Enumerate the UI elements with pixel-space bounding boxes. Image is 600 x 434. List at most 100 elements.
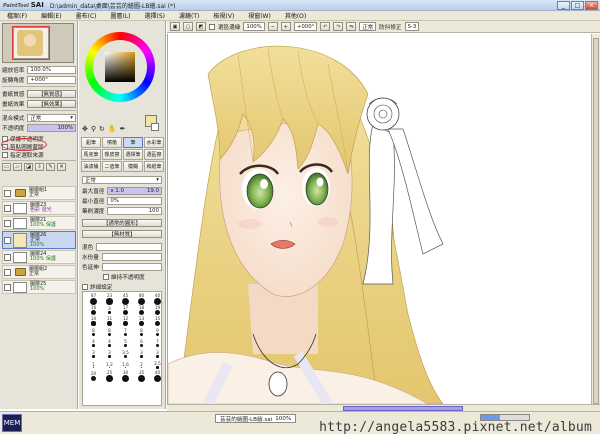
background-color-swatch[interactable]: [151, 123, 159, 131]
brush-mode-select[interactable]: 正常 ▾: [82, 175, 162, 184]
zoom-out-icon[interactable]: −: [267, 22, 278, 31]
brush-size-preset[interactable]: 45: [118, 293, 133, 305]
detail-checkbox[interactable]: [82, 283, 88, 290]
brush-size-preset[interactable]: 19: [150, 305, 165, 316]
binary-pen-tool[interactable]: 二值筆: [102, 161, 122, 172]
menu-layer[interactable]: 圖層(L): [104, 11, 138, 20]
brush-size-slider[interactable]: x 1.0 19.0: [107, 186, 162, 195]
brush-size-preset[interactable]: 25: [102, 371, 117, 382]
layer-item[interactable]: 圖層23 色彩 發光: [2, 201, 76, 215]
brush-size-preset[interactable]: 87: [86, 293, 101, 305]
brush-size-preset[interactable]: 11: [102, 316, 117, 327]
brush-size-preset[interactable]: 10: [86, 316, 101, 327]
select-pen-tool[interactable]: 選擇筆: [123, 149, 143, 160]
brush-size-preset[interactable]: 8: [134, 327, 149, 338]
layer-item[interactable]: 圖層21 100% 保護: [2, 216, 76, 230]
eye-icon[interactable]: [4, 268, 11, 276]
zoom-icon[interactable]: ⚲: [91, 125, 96, 133]
brush-shape-select[interactable]: 【通常的圓形】: [82, 218, 162, 227]
new-mask-button[interactable]: ◪: [24, 163, 33, 171]
maximize-button[interactable]: □: [571, 1, 584, 10]
brush-size-preset[interactable]: 13: [134, 316, 149, 327]
density-slider[interactable]: 100: [107, 206, 162, 215]
deselect-icon[interactable]: ▢: [183, 22, 193, 31]
brush-size-preset[interactable]: 1: [86, 360, 101, 371]
saturation-value-square[interactable]: [105, 52, 135, 82]
drawing-canvas[interactable]: [167, 34, 591, 404]
zoom-field[interactable]: 100.0%: [27, 65, 76, 74]
merge-down-button[interactable]: ⇩: [35, 163, 44, 171]
paper-texture-select[interactable]: 【無質感】: [27, 89, 76, 98]
rotate-icon[interactable]: ↻: [99, 125, 105, 133]
brush-size-preset[interactable]: 8: [86, 327, 101, 338]
eraser-tool[interactable]: 橡皮擦: [102, 149, 122, 160]
stabilizer-select[interactable]: S-3: [404, 22, 420, 31]
rotate-left-icon[interactable]: ↶: [320, 22, 331, 31]
brush-size-preset[interactable]: 7: [150, 338, 165, 349]
brush-size-preset[interactable]: 3: [102, 349, 117, 360]
blur-tool[interactable]: 模糊: [123, 161, 143, 172]
brush-size-preset[interactable]: 12: [118, 316, 133, 327]
menu-filter[interactable]: 濾鏡(T): [172, 11, 206, 20]
brush-size-preset[interactable]: 35: [134, 370, 149, 382]
new-folder-button[interactable]: ▱: [13, 163, 22, 171]
eye-icon[interactable]: [4, 253, 11, 261]
brush-size-preset[interactable]: 3: [102, 305, 117, 316]
horizontal-scrollbar[interactable]: [167, 404, 600, 411]
pencil-tool[interactable]: 鉛筆: [81, 137, 101, 148]
brush-size-preset[interactable]: 5: [118, 338, 133, 349]
brush-size-preset[interactable]: 18: [134, 305, 149, 316]
invert-selection-icon[interactable]: ◩: [196, 22, 206, 31]
opacity-slider[interactable]: 100%: [27, 123, 76, 132]
water-slider[interactable]: [101, 252, 162, 261]
eye-icon[interactable]: [4, 283, 11, 291]
select-eraser-tool[interactable]: 選區擦: [144, 149, 164, 160]
zoom-in-icon[interactable]: +: [280, 22, 291, 31]
eye-icon[interactable]: [4, 219, 11, 227]
menu-window[interactable]: 視窗(W): [241, 11, 278, 20]
vertical-scrollbar[interactable]: [591, 34, 600, 404]
menu-canvas[interactable]: 畫布(C): [69, 11, 104, 20]
flip-icon[interactable]: ⇋: [346, 22, 357, 31]
select-all-icon[interactable]: ▣: [170, 22, 180, 31]
brush-size-preset[interactable]: 40: [150, 370, 165, 382]
layer-item[interactable]: 圖層組1 正常: [2, 186, 76, 200]
new-layer-button[interactable]: ▭: [2, 163, 11, 171]
delete-layer-button[interactable]: ✕: [57, 163, 66, 171]
menu-view[interactable]: 檢視(V): [206, 11, 241, 20]
brush-size-preset[interactable]: 9: [150, 327, 165, 338]
marker-tool[interactable]: 馬克筆: [81, 149, 101, 160]
hand-icon[interactable]: ✋: [108, 125, 117, 133]
brush-size-preset[interactable]: 6: [134, 338, 149, 349]
color-extend-slider[interactable]: [101, 262, 162, 271]
close-button[interactable]: ×: [585, 1, 598, 10]
menu-others[interactable]: 其他(O): [278, 11, 313, 20]
brush-size-preset[interactable]: 20: [86, 371, 101, 382]
canvas-mode-select[interactable]: 正常: [359, 22, 377, 31]
blend-slider[interactable]: [96, 242, 162, 251]
brush-size-preset[interactable]: 30: [118, 370, 133, 382]
brush-size-preset[interactable]: 40: [150, 293, 165, 305]
blend-mode-select[interactable]: 正常 ▾: [27, 113, 76, 122]
move-icon[interactable]: ✥: [82, 125, 88, 133]
paper-effect-select[interactable]: 【無效果】: [27, 99, 76, 108]
brush-size-preset[interactable]: 80: [134, 293, 149, 305]
navigator-viewport-frame[interactable]: [12, 26, 50, 60]
brush-tool[interactable]: 筆: [123, 137, 143, 148]
vertical-scroll-thumb[interactable]: [593, 38, 599, 404]
brush-size-preset[interactable]: 3: [134, 349, 149, 360]
canvas-angle-field[interactable]: +000°: [293, 22, 318, 31]
brush-size-preset[interactable]: 8: [102, 327, 117, 338]
brush-size-preset[interactable]: 16: [86, 305, 101, 316]
brush-size-preset[interactable]: 4: [102, 338, 117, 349]
brush-size-preset[interactable]: 15: [150, 316, 165, 327]
selection-edge-checkbox[interactable]: [209, 23, 215, 30]
brush-size-preset[interactable]: 23: [102, 294, 117, 305]
layer-item[interactable]: 圖層24 100% 保護: [2, 250, 76, 264]
canvas-zoom-field[interactable]: 100%: [243, 22, 265, 31]
eye-icon[interactable]: [4, 204, 11, 212]
menu-file[interactable]: 檔案(F): [0, 11, 34, 20]
rotate-right-icon[interactable]: ↷: [333, 22, 344, 31]
menu-edit[interactable]: 編輯(E): [34, 11, 68, 20]
selection-source-checkbox[interactable]: [2, 151, 8, 158]
